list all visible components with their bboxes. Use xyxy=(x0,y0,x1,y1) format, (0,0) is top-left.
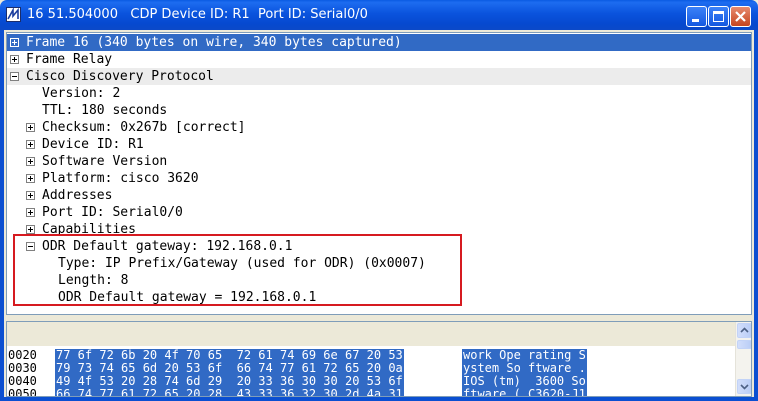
tree-row[interactable]: Port ID: Serial0/0 xyxy=(7,204,751,221)
tree-row[interactable]: Platform: cisco 3620 xyxy=(7,170,751,187)
expand-plus-icon[interactable] xyxy=(10,55,19,64)
wireshark-app-icon xyxy=(6,7,21,22)
tree-row[interactable]: Checksum: 0x267b [correct] xyxy=(7,119,751,136)
packet-bytes-pane[interactable]: 0020 77 6f 72 6b 20 4f 70 65 72 61 74 69 … xyxy=(6,321,752,397)
close-button[interactable] xyxy=(730,6,751,27)
tree-row[interactable]: Version: 2 xyxy=(7,85,751,102)
vertical-scrollbar[interactable] xyxy=(735,322,751,396)
expand-plus-icon[interactable] xyxy=(26,208,35,217)
tree-row[interactable]: Cisco Discovery Protocol xyxy=(7,68,751,85)
collapse-minus-icon[interactable] xyxy=(10,72,19,81)
odr-highlight-box xyxy=(13,234,462,306)
tree-row[interactable]: TTL: 180 seconds xyxy=(7,102,751,119)
title-bar[interactable]: 16 51.504000 CDP Device ID: R1 Port ID: … xyxy=(0,0,758,30)
tree-row-label: Port ID: Serial0/0 xyxy=(42,205,183,220)
tree-row-label: Cisco Discovery Protocol xyxy=(26,69,214,84)
window-title: 16 51.504000 CDP Device ID: R1 Port ID: … xyxy=(27,7,368,22)
scroll-down-button[interactable] xyxy=(737,379,751,394)
scroll-up-button[interactable] xyxy=(737,323,751,338)
tree-row-label: Platform: cisco 3620 xyxy=(42,171,199,186)
tree-row-label: Checksum: 0x267b [correct] xyxy=(42,120,246,135)
expand-plus-icon[interactable] xyxy=(26,191,35,200)
tree-row-label: Version: 2 xyxy=(42,86,121,101)
hex-line[interactable]: 0050 66 74 77 61 72 65 20 28 43 33 36 32 … xyxy=(7,387,735,397)
hex-pane-header xyxy=(7,322,735,346)
expand-plus-icon[interactable] xyxy=(26,140,35,149)
hex-ascii: ftware ( C3620-J1 xyxy=(462,388,587,396)
expand-plus-icon[interactable] xyxy=(26,123,35,132)
tree-row-label: Device ID: R1 xyxy=(42,137,144,152)
scroll-thumb[interactable] xyxy=(737,340,751,349)
hex-offset: 0050 xyxy=(8,387,37,397)
expand-plus-icon[interactable] xyxy=(10,38,19,47)
expand-plus-icon[interactable] xyxy=(26,225,35,234)
tree-row-label: Addresses xyxy=(42,188,113,203)
tree-row[interactable]: Addresses xyxy=(7,187,751,204)
tree-row-label: Frame 16 (340 bytes on wire, 340 bytes c… xyxy=(26,35,402,50)
tree-row-label: TTL: 180 seconds xyxy=(42,103,168,118)
tree-row-label: Software Version xyxy=(42,154,168,169)
tree-row[interactable]: Frame 16 (340 bytes on wire, 340 bytes c… xyxy=(7,34,751,51)
minimize-button[interactable] xyxy=(686,6,707,27)
tree-row-label: Frame Relay xyxy=(26,52,113,67)
hex-bytes: 66 74 77 61 72 65 20 28 43 33 36 32 30 2… xyxy=(55,388,404,396)
maximize-button[interactable] xyxy=(708,6,729,27)
tree-row[interactable]: Frame Relay xyxy=(7,51,751,68)
tree-row[interactable]: Software Version xyxy=(7,153,751,170)
expand-plus-icon[interactable] xyxy=(26,174,35,183)
tree-row[interactable]: Device ID: R1 xyxy=(7,136,751,153)
expand-plus-icon[interactable] xyxy=(26,157,35,166)
